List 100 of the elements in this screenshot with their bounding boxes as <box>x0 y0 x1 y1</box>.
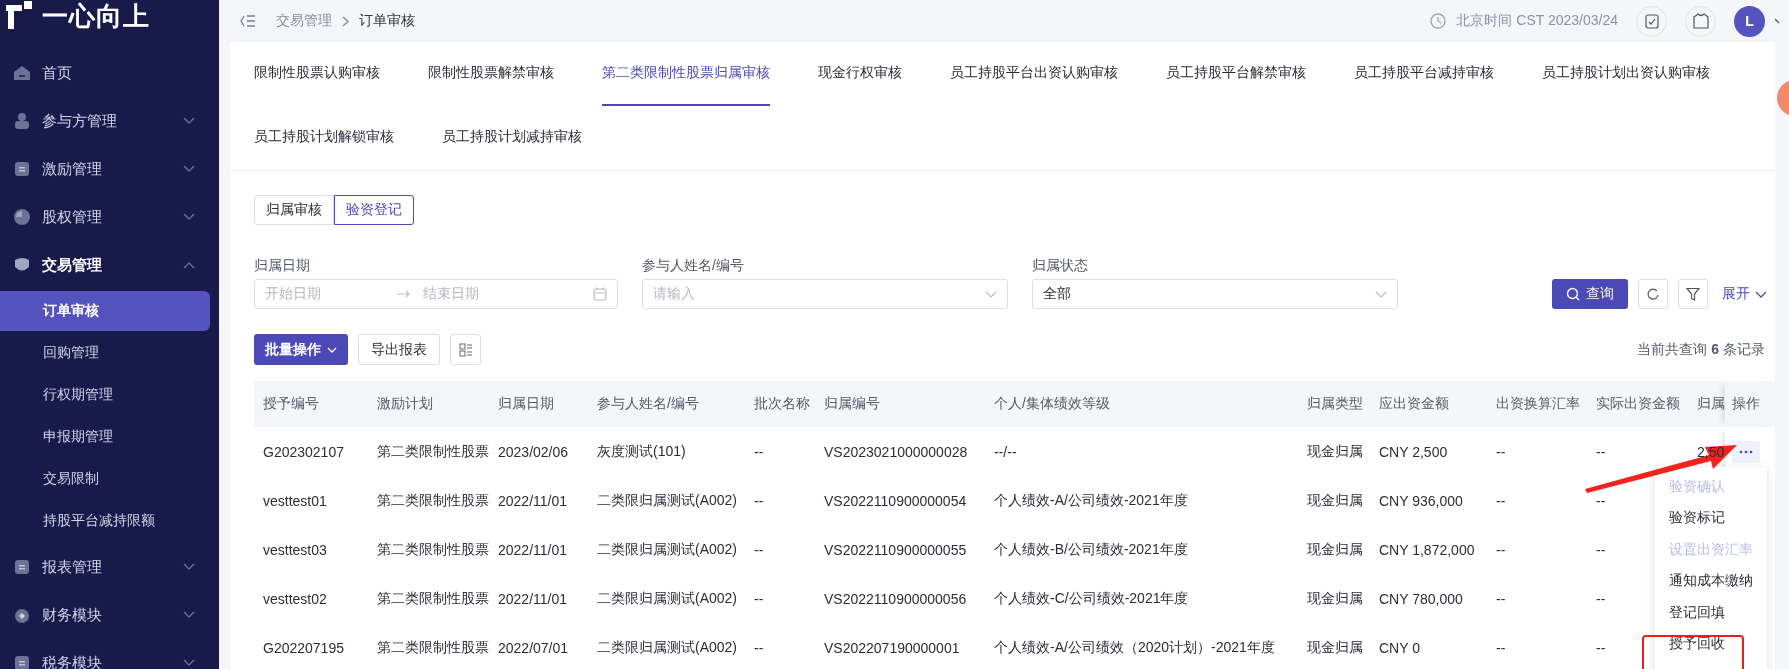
list-layout-icon <box>458 342 473 357</box>
table-cell: 二类限归属测试(A002) <box>597 540 738 557</box>
document-icon <box>12 557 32 577</box>
column-header: 归属编号 <box>815 381 985 427</box>
sidebar-item[interactable]: 首页 <box>0 49 219 97</box>
menu-item[interactable]: 授予回收 <box>1655 628 1767 660</box>
sidebar-item[interactable]: 参与方管理 <box>0 97 219 145</box>
table-cell: vesttest02 <box>263 590 327 607</box>
sidebar-item[interactable]: 报表管理 <box>0 543 219 591</box>
caret-icon[interactable] <box>1775 17 1781 25</box>
chevron-down-icon <box>1755 290 1767 298</box>
table-cell: CNY 1,872,000 <box>1379 541 1475 558</box>
table-cell: -- <box>754 639 764 656</box>
column-settings-button[interactable] <box>450 334 481 365</box>
table-cell: CNY 2,500 <box>1379 443 1448 460</box>
table-cell: -- <box>1596 590 1606 607</box>
table-cell: 第二类限制性股票 <box>377 638 489 655</box>
table-cell: 二类限归属测试(A002) <box>597 491 738 508</box>
segment-tab[interactable]: 归属审核 <box>254 195 334 225</box>
tab[interactable]: 员工持股平台出资认购审核 <box>950 42 1118 106</box>
column-header: 个人/集体绩效等级 <box>985 381 1298 427</box>
segment-tab[interactable]: 验资登记 <box>334 195 414 225</box>
select-placeholder: 请输入 <box>653 285 695 303</box>
breadcrumb-current: 订单审核 <box>359 12 415 30</box>
logo-text: 一心向上 <box>42 0 150 33</box>
column-header: 归属类型 <box>1298 381 1370 427</box>
table-cell: 2022/11/01 <box>498 541 568 558</box>
tab[interactable]: 限制性股票认购审核 <box>254 42 380 106</box>
chevron-right-icon <box>342 15 349 27</box>
tab[interactable]: 员工持股平台解禁审核 <box>1166 42 1306 106</box>
table-cell: 第二类限制性股票 <box>377 442 489 459</box>
table-cell: 2023/02/06 <box>498 443 569 460</box>
table-cell: -- <box>754 590 764 607</box>
sidebar-subitem[interactable]: 交易限制 <box>0 459 210 499</box>
more-actions-button[interactable] <box>1732 440 1760 463</box>
clipboard-check-button[interactable] <box>1636 5 1667 37</box>
calendar-icon <box>593 287 607 301</box>
clock-icon <box>1430 13 1447 29</box>
record-count: 当前共查询 6 条记录 <box>1637 340 1765 359</box>
sidebar-subitem[interactable]: 订单审核 <box>0 291 210 331</box>
sidebar-item[interactable]: 激励管理 <box>0 145 219 193</box>
menu-item[interactable]: 通知成本缴纳 <box>1655 565 1767 597</box>
select-field[interactable]: 全部 <box>1032 279 1398 309</box>
table-cell: -- <box>754 541 764 558</box>
table-cell: VS2022110900000056 <box>824 590 967 607</box>
table-cell: 现金归属 <box>1307 638 1363 655</box>
column-header: 授予编号 <box>254 381 368 427</box>
table-cell: -- <box>1496 492 1506 509</box>
sidebar-subitem[interactable]: 行权期管理 <box>0 375 210 415</box>
menu-item[interactable]: 验资标记 <box>1655 502 1767 534</box>
chevron-down-icon <box>183 117 195 125</box>
query-button[interactable]: 查询 <box>1552 279 1628 309</box>
collapse-menu-icon[interactable] <box>240 14 256 28</box>
table-cell: VS2022110900000055 <box>824 541 967 558</box>
filter-label: 参与人姓名/编号 <box>642 257 745 273</box>
clipboard-check-icon <box>1644 13 1659 29</box>
shirt-button[interactable] <box>1685 5 1716 37</box>
table-cell: -- <box>1596 541 1606 558</box>
sidebar-item[interactable]: 交易管理 <box>0 241 219 289</box>
sidebar-subitem[interactable]: 申报期管理 <box>0 417 210 457</box>
table-cell: -- <box>754 492 764 509</box>
table-cell: G202302107 <box>263 443 344 460</box>
chevron-down-icon <box>183 165 195 173</box>
sidebar-item[interactable]: 税务模块 <box>0 639 219 669</box>
tab[interactable]: 员工持股计划出资认购审核 <box>1542 42 1710 106</box>
table-cell: -- <box>1596 639 1606 656</box>
tab[interactable]: 员工持股计划解锁审核 <box>254 106 394 170</box>
export-report-button[interactable]: 导出报表 <box>358 334 440 365</box>
batch-actions-button[interactable]: 批量操作 <box>254 334 348 365</box>
home-icon <box>12 63 32 83</box>
sidebar-subitem[interactable]: 回购管理 <box>0 333 210 373</box>
table-cell: CNY 936,000 <box>1379 492 1463 509</box>
column-header: 出资换算汇率 <box>1487 381 1587 427</box>
tab[interactable]: 现金行权审核 <box>818 42 902 106</box>
expand-link[interactable]: 展开 <box>1718 285 1767 303</box>
sidebar-item[interactable]: 财务模块 <box>0 591 219 639</box>
refresh-button[interactable] <box>1638 279 1668 309</box>
table-cell: 第二类限制性股票 <box>377 589 489 606</box>
sidebar-item[interactable]: 股权管理 <box>0 193 219 241</box>
tab[interactable]: 员工持股计划减持审核 <box>442 106 582 170</box>
table-cell: -- <box>1496 541 1506 558</box>
tab[interactable]: 限制性股票解禁审核 <box>428 42 554 106</box>
chevron-down-icon <box>183 213 195 221</box>
pie-icon <box>12 207 32 227</box>
table-cell: vesttest01 <box>263 492 327 509</box>
tab[interactable]: 第二类限制性股票归属审核 <box>602 42 770 106</box>
table-cell: VS202207190000001 <box>824 639 960 656</box>
tab[interactable]: 员工持股平台减持审核 <box>1354 42 1494 106</box>
filter-button[interactable] <box>1678 279 1708 309</box>
table-cell: 现金归属 <box>1307 491 1363 508</box>
table-cell: -- <box>1596 492 1606 509</box>
table-cell: 现金归属 <box>1307 540 1363 557</box>
menu-item[interactable]: 登记回填 <box>1655 597 1767 629</box>
chevron-down-icon <box>327 346 337 353</box>
person-icon <box>12 111 32 131</box>
sidebar-subitem[interactable]: 持股平台减持限额 <box>0 501 210 541</box>
chevron-down-icon <box>1375 290 1387 298</box>
table-cell: 个人绩效-A/公司绩效-2021年度 <box>994 491 1188 508</box>
table-cell: CNY 0 <box>1379 639 1420 656</box>
user-avatar[interactable]: L <box>1734 5 1765 37</box>
